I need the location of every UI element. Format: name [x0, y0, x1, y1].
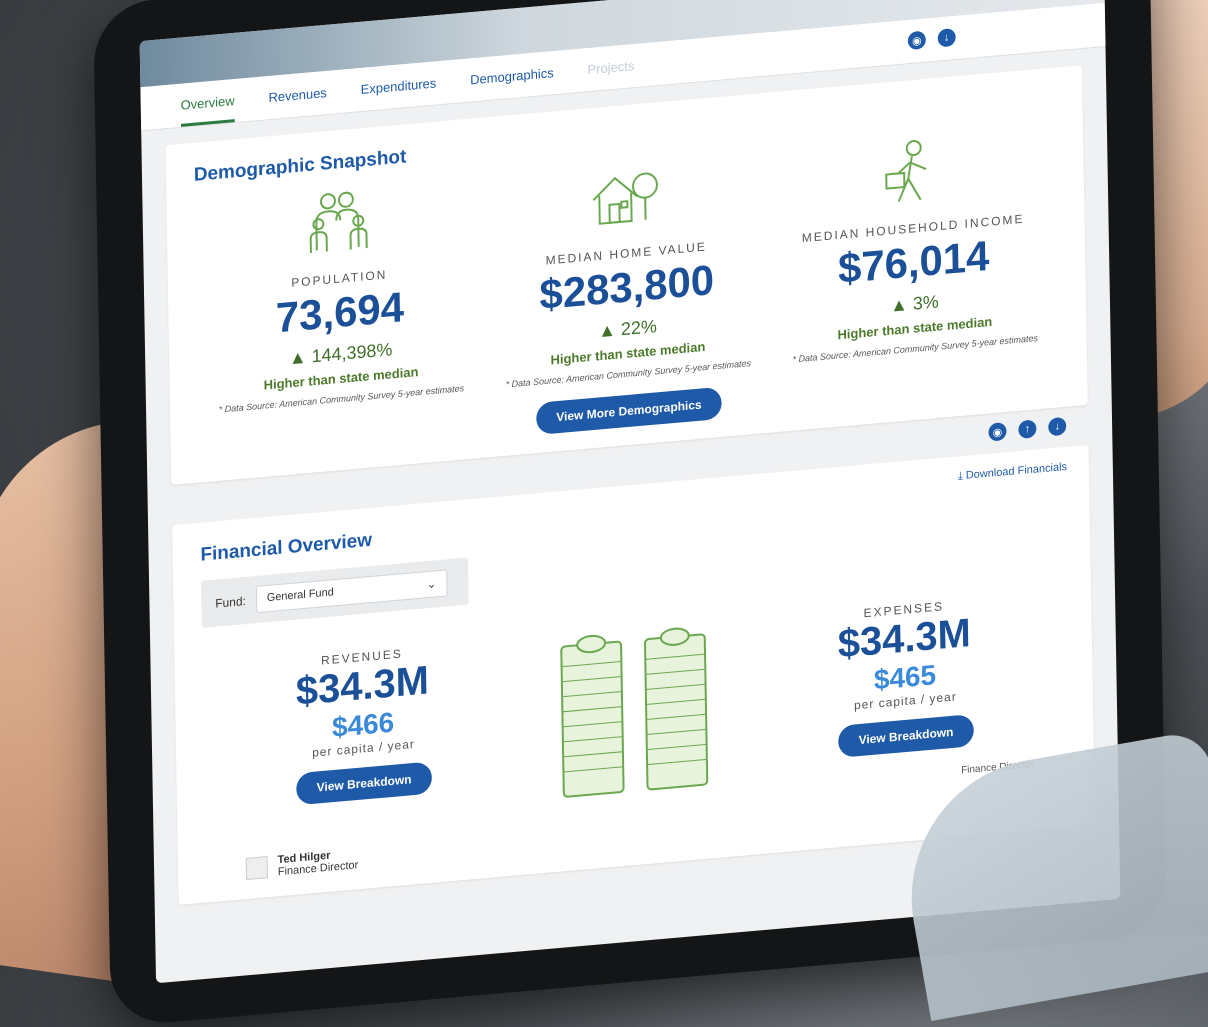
arrow-down-icon[interactable]: ↓ — [1048, 416, 1067, 437]
view-more-demographics-button[interactable]: View More Demographics — [536, 386, 722, 436]
stat-population: POPULATION 73,694 ▲ 144,398% Higher than… — [203, 177, 476, 416]
stat-median-household-income: MEDIAN HOUSEHOLD INCOME $76,014 ▲ 3% Hig… — [777, 126, 1050, 365]
walking-worker-icon — [885, 139, 927, 202]
arrow-down-icon[interactable]: ↓ — [937, 27, 956, 48]
download-icon: ⤓ — [957, 470, 963, 483]
tab-actions: ◉ ↓ — [907, 27, 956, 51]
stat-median-home-value: MEDIAN HOME VALUE $283,800 ▲ 22% Higher … — [490, 152, 763, 391]
tab-demographics[interactable]: Demographics — [470, 65, 554, 101]
tab-overview[interactable]: Overview — [180, 93, 236, 127]
chevron-down-icon: ⌄ — [426, 578, 437, 592]
tab-projects[interactable]: Projects — [587, 58, 634, 91]
revenues-block: REVENUES $34.3M $466 per capita / year V… — [242, 639, 484, 809]
arrow-up-icon[interactable]: ↑ — [1018, 419, 1037, 440]
tab-expenditures[interactable]: Expenditures — [361, 75, 437, 111]
financial-actions: ◉ ↑ ↓ — [988, 416, 1067, 442]
fund-label: Fund: — [215, 593, 246, 611]
tab-revenues[interactable]: Revenues — [268, 85, 327, 119]
fund-select-value: General Fund — [266, 586, 334, 605]
family-icon — [309, 191, 368, 254]
expenses-view-breakdown-button[interactable]: View Breakdown — [838, 713, 974, 758]
avatar — [245, 856, 268, 881]
fund-select[interactable]: General Fund ⌄ — [255, 569, 448, 614]
financial-overview-title: Financial Overview — [200, 529, 373, 566]
eye-icon[interactable]: ◉ — [988, 422, 1007, 442]
demographic-snapshot-card: Demographic Snapshot POPULATION 73,694 ▲… — [165, 65, 1088, 486]
expenses-block: EXPENSES $34.3M $465 per capita / year V… — [784, 592, 1026, 762]
eye-icon[interactable]: ◉ — [907, 30, 926, 51]
house-icon — [592, 172, 658, 225]
money-stacks-icon — [560, 627, 709, 798]
revenues-view-breakdown-button[interactable]: View Breakdown — [296, 761, 432, 805]
